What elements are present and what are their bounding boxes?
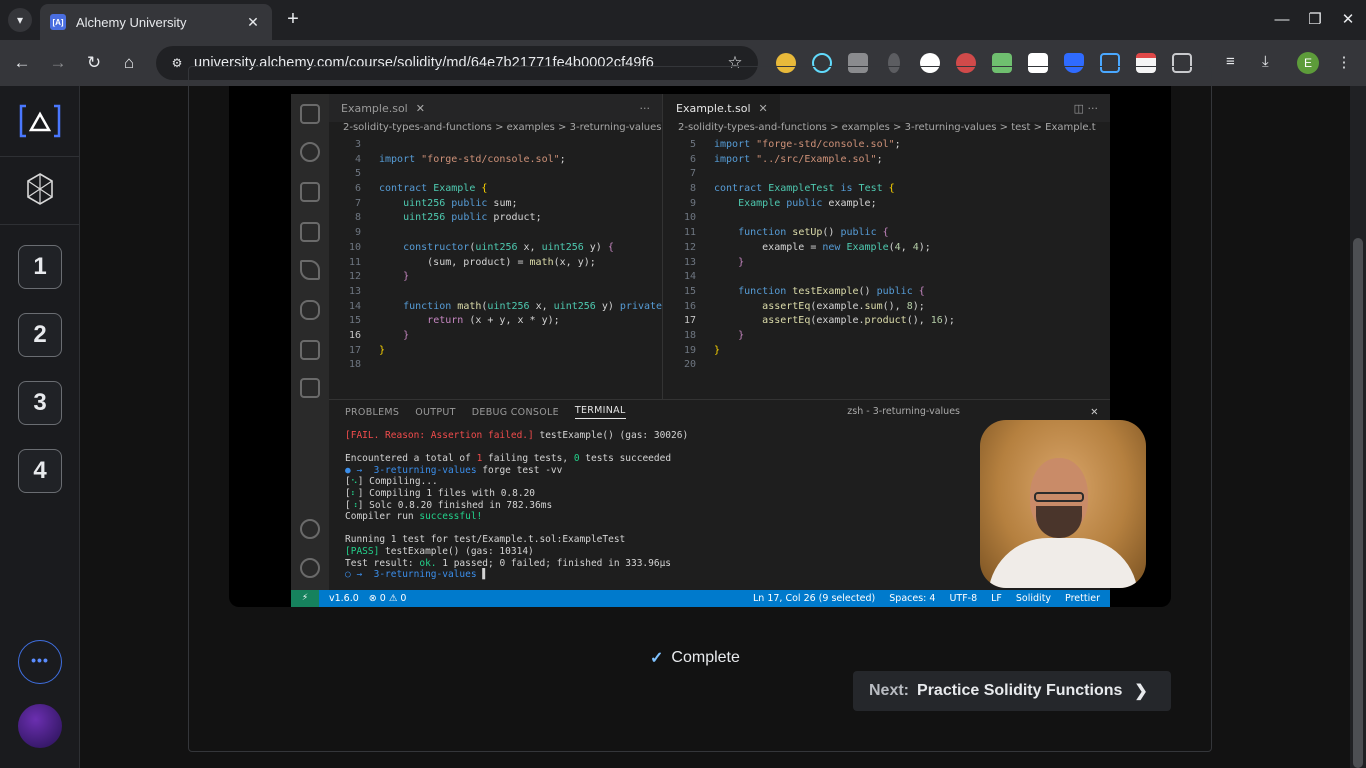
site-info-icon[interactable]: ⚙ — [168, 54, 186, 72]
breadcrumb: 2-solidity-types-and-functions > example… — [678, 122, 1096, 133]
shell-label: zsh - 3-returning-values — [847, 406, 960, 417]
home-icon[interactable]: ⌂ — [116, 50, 142, 76]
status-indent: Spaces: 4 — [889, 593, 936, 604]
status-eol: LF — [991, 593, 1002, 604]
explorer-icon — [300, 104, 320, 124]
more-icon: ··· — [639, 101, 651, 115]
status-language: Solidity — [1015, 593, 1052, 604]
close-panel-icon: ✕ — [1090, 404, 1098, 418]
more-options-button[interactable]: ••• — [18, 640, 62, 684]
browser-menu-icon[interactable]: ⋮ — [1334, 53, 1354, 73]
presenter-webcam — [980, 420, 1146, 588]
user-avatar[interactable] — [18, 704, 62, 748]
new-tab-icon[interactable]: + — [282, 8, 304, 30]
code-right: 5 import "forge-std/console.sol"; 6 import… — [683, 139, 955, 371]
reload-icon[interactable]: ↻ — [81, 50, 107, 76]
tab-title: Alchemy University — [76, 14, 187, 30]
lesson-video[interactable]: Example.sol ✕ ··· 2-solidity-types-and-fu… — [229, 86, 1171, 607]
editor-tab: Example.t.sol ✕ — [664, 94, 780, 122]
close-icon: ✕ — [415, 101, 425, 115]
scrollbar-thumb[interactable] — [1353, 238, 1363, 768]
section-button-2[interactable]: 2 — [18, 313, 62, 357]
download-icon[interactable]: ⤓ — [1262, 53, 1282, 73]
presenter-beard — [1036, 506, 1082, 538]
status-version: v1.6.0 — [329, 593, 359, 604]
window-icon — [300, 378, 320, 398]
panel-tab-problems: PROBLEMS — [345, 406, 400, 418]
status-cursor: Ln 17, Col 26 (9 selected) — [753, 593, 876, 604]
panel-tab-terminal: TERMINAL — [574, 405, 626, 419]
run-debug-icon — [300, 182, 320, 202]
split-editor-icon: ◫ ··· — [1073, 101, 1098, 115]
editor-tabs: Example.sol ✕ ··· — [329, 94, 662, 122]
tab-label: Example.sol — [341, 101, 408, 115]
close-icon: ✕ — [758, 101, 768, 115]
panel-tab-debug: DEBUG CONSOLE — [471, 406, 559, 418]
breadcrumb: 2-solidity-types-and-functions > example… — [343, 122, 662, 133]
tab-close-icon[interactable]: ✕ — [244, 14, 262, 31]
remote-status-icon: ⚡ — [291, 590, 319, 607]
next-lesson-button[interactable]: Next: Practice Solidity Functions ❯ — [853, 671, 1171, 711]
remote-icon — [300, 340, 320, 360]
status-encoding: UTF-8 — [949, 593, 978, 604]
docker-icon — [300, 300, 320, 320]
presenter-glasses — [1034, 492, 1084, 502]
extensions-icon — [300, 222, 320, 242]
status-prettier: Prettier — [1065, 593, 1100, 604]
search-icon — [300, 142, 320, 162]
sidebar-divider — [0, 224, 79, 225]
alchemy-logo-icon[interactable] — [18, 104, 62, 138]
lesson-content: Example.sol ✕ ··· 2-solidity-types-and-fu… — [80, 66, 1350, 768]
close-window-icon[interactable]: ✕ — [1336, 8, 1360, 32]
video-frame-vscode: Example.sol ✕ ··· 2-solidity-types-and-fu… — [291, 94, 1146, 607]
tab-favicon-icon: [A] — [50, 14, 66, 30]
panel-tabs: PROBLEMS OUTPUT DEBUG CONSOLE TERMINAL — [329, 400, 1110, 424]
next-lesson-title: Practice Solidity Functions — [917, 682, 1123, 699]
forward-icon[interactable]: → — [45, 50, 71, 76]
page-scrollbar[interactable] — [1350, 86, 1366, 768]
presenter-shirt — [988, 538, 1138, 588]
tab-label: Example.t.sol — [676, 101, 751, 115]
complete-button[interactable]: ✓ Complete — [650, 648, 740, 668]
complete-label: Complete — [671, 649, 740, 666]
section-button-4[interactable]: 4 — [18, 449, 62, 493]
media-control-icon[interactable]: ≡ — [1226, 53, 1246, 73]
course-sidebar: 1 2 3 4 ••• — [0, 86, 80, 768]
minimize-icon[interactable]: — — [1270, 8, 1294, 32]
git-icon — [300, 260, 320, 280]
next-prefix: Next: — [869, 682, 910, 699]
profile-avatar[interactable]: E — [1297, 52, 1319, 74]
editor-tabs: Example.t.sol ✕ ◫ ··· — [664, 94, 1110, 122]
check-icon: ✓ — [650, 650, 664, 667]
sidebar-divider — [0, 156, 79, 157]
section-button-3[interactable]: 3 — [18, 381, 62, 425]
vscode-status-bar: ⚡ v1.6.0 ⊗ 0 ⚠ 0 Ln 17, Col 26 (9 select… — [291, 590, 1110, 607]
editor-left: Example.sol ✕ ··· 2-solidity-types-and-fu… — [329, 94, 663, 399]
panel-tab-output: OUTPUT — [415, 406, 456, 418]
code-left: 3 4 import "forge-std/console.sol"; 5 6 co… — [348, 139, 663, 371]
editor-right: Example.t.sol ✕ ◫ ··· 2-solidity-types-an… — [664, 94, 1110, 399]
settings-gear-icon — [300, 558, 320, 578]
status-problems: ⊗ 0 ⚠ 0 — [368, 593, 407, 604]
editor-tab: Example.sol ✕ — [329, 94, 437, 122]
course-hexagon-icon[interactable] — [26, 172, 54, 206]
browser-tab-bar: ▾ [A] Alchemy University ✕ + — ❐ ✕ — [0, 0, 1366, 40]
maximize-icon[interactable]: ❐ — [1303, 8, 1327, 32]
browser-tab[interactable]: [A] Alchemy University ✕ — [40, 4, 272, 40]
tab-search-icon[interactable]: ▾ — [8, 8, 32, 32]
account-icon — [300, 519, 320, 539]
back-icon[interactable]: ← — [9, 50, 35, 76]
vscode-activity-bar — [291, 94, 329, 590]
section-button-1[interactable]: 1 — [18, 245, 62, 289]
chevron-right-icon: ❯ — [1134, 683, 1148, 700]
